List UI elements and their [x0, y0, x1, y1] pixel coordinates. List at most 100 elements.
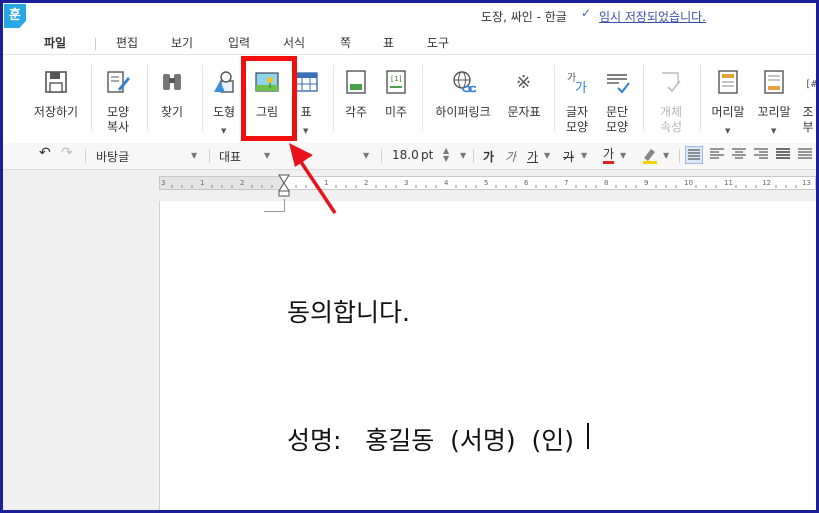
paragraph-shape-button[interactable]: 문단 모양 [599, 55, 635, 141]
ruler-label: 4 [444, 179, 449, 187]
align-right-icon[interactable] [753, 146, 769, 165]
chevron-down-icon[interactable]: ▼ [264, 151, 270, 160]
ruler-label: 13 [802, 179, 811, 187]
ruler-label: 3 [404, 179, 409, 187]
hyperlink-button[interactable]: 하이퍼링크 [428, 55, 498, 141]
format-toolbar: ↶ ↷ 바탕글 ▼ 대표 ▼ ▼ 18.0 pt ▲ ▼ ▼ 가 가 가 ▼ 가 … [3, 143, 816, 170]
font-color-button[interactable]: 가 [603, 148, 615, 164]
ruler-label: 5 [484, 179, 489, 187]
app-logo-icon: 훈 [4, 4, 26, 28]
header-button[interactable]: 머리말 ▼ [703, 55, 753, 141]
endnote-icon: [1] [386, 70, 406, 94]
menu-bar: 파일 편집 보기 입력 서식 쪽 표 도구 [3, 30, 816, 54]
align-justify-icon[interactable] [684, 145, 704, 167]
chevron-down-icon[interactable]: ▼ [581, 151, 587, 160]
special-char-button[interactable]: ※ 문자표 [501, 55, 547, 141]
chevron-down-icon[interactable]: ▼ [221, 127, 226, 135]
menu-edit[interactable]: 편집 [116, 34, 138, 51]
save-button[interactable]: 저장하기 [28, 55, 84, 141]
chevron-down-icon[interactable]: ▼ [725, 127, 730, 135]
bold-button[interactable]: 가 [483, 148, 494, 165]
chevron-down-icon[interactable]: ▼ [191, 151, 197, 160]
find-button[interactable]: 찾기 [149, 55, 195, 141]
field-icon: [# [805, 79, 816, 90]
format-painter-icon [107, 71, 130, 93]
menu-tools[interactable]: 도구 [427, 34, 449, 51]
format-copy-button[interactable]: 모양 복사 [95, 55, 141, 141]
redo-icon[interactable]: ↷ [61, 145, 73, 161]
toolbar-divider [85, 149, 86, 163]
italic-button[interactable]: 가 [505, 148, 516, 165]
strikethrough-button[interactable]: 가 [563, 148, 574, 165]
ribbon-divider [643, 65, 644, 131]
font-style-select[interactable]: 바탕글 [96, 148, 129, 165]
ribbon-divider [422, 65, 423, 131]
menu-file[interactable]: 파일 [44, 34, 66, 51]
ruler-label: 10 [684, 179, 693, 187]
ribbon-toolbar: 저장하기 모양 복사 찾기 도형 ▼ 그림 표 ▼ 각주 [1] 미주 하이퍼링… [3, 54, 816, 144]
field-button[interactable]: [# 조 부 [799, 55, 816, 141]
title-bar: 훈 도장, 싸인 - 한글 ✓ 임시 저장되었습니다. [3, 3, 816, 30]
horizontal-ruler[interactable]: 3 1 2 1 2 3 4 5 6 7 8 9 10 11 12 13 [159, 176, 816, 190]
endnote-button[interactable]: [1] 미주 [377, 55, 415, 141]
toolbar-divider [209, 149, 210, 163]
binoculars-icon [163, 74, 181, 90]
font-size-unit: pt [421, 148, 434, 162]
footnote-label: 각주 [344, 105, 368, 119]
undo-icon[interactable]: ↶ [39, 145, 51, 161]
menu-table[interactable]: 표 [383, 34, 394, 51]
svg-text:※: ※ [516, 72, 531, 93]
text-cursor [587, 423, 589, 449]
footer-button[interactable]: 꼬리말 ▼ [751, 55, 797, 141]
ribbon-divider [700, 65, 701, 131]
chevron-down-icon[interactable]: ▼ [663, 151, 669, 160]
chevron-down-icon[interactable]: ▼ [544, 151, 550, 160]
distribute-icon[interactable] [775, 146, 791, 165]
ribbon-divider [91, 65, 92, 131]
font-size-stepper[interactable]: ▲ ▼ [443, 147, 449, 163]
char-shape-button[interactable]: 가가 글자 모양 [559, 55, 595, 141]
font-face-select[interactable]: 대표 [219, 148, 241, 165]
shape-button[interactable]: 도형 ▼ [203, 55, 245, 141]
chevron-down-icon[interactable]: ▼ [460, 151, 466, 160]
autosave-status-link[interactable]: 임시 저장되었습니다. [599, 8, 706, 25]
char-shape-label: 글자 모양 [565, 105, 589, 134]
ruler-label: 1 [200, 179, 205, 187]
hyperlink-icon [453, 71, 476, 93]
chevron-down-icon[interactable]: ▼ [771, 127, 776, 135]
ruler-label: 12 [762, 179, 771, 187]
chevron-down-icon[interactable]: ▼ [303, 127, 308, 135]
toolbar-divider [679, 149, 680, 163]
menu-format[interactable]: 서식 [283, 34, 305, 51]
font-size-input[interactable]: 18.0 [392, 148, 419, 162]
ruler-label: 7 [564, 179, 569, 187]
hyperlink-label: 하이퍼링크 [435, 105, 491, 119]
menu-page[interactable]: 쪽 [340, 34, 351, 51]
document-line[interactable]: 동의합니다. [287, 293, 410, 329]
ruler-label: 2 [364, 179, 369, 187]
svg-text:[#: [# [805, 79, 816, 90]
menu-insert[interactable]: 입력 [228, 34, 250, 51]
highlighter-icon[interactable] [641, 146, 659, 167]
document-line[interactable]: 성명: 홍길동 (서명) (인) [287, 421, 574, 457]
ribbon-divider [333, 65, 334, 131]
underline-button[interactable]: 가 [527, 148, 538, 165]
floppy-icon [45, 71, 67, 93]
highlight-box [241, 56, 297, 141]
toolbar-divider [473, 149, 474, 163]
char-shape-icon: 가가 [567, 72, 587, 95]
document-page[interactable] [159, 201, 816, 510]
ruler-label: 11 [724, 179, 733, 187]
divide-align-icon[interactable] [797, 146, 813, 165]
align-left-icon[interactable] [709, 146, 725, 165]
align-center-icon[interactable] [731, 146, 747, 165]
chevron-down-icon[interactable]: ▼ [620, 151, 626, 160]
chevron-down-icon[interactable]: ▼ [363, 151, 369, 160]
menu-view[interactable]: 보기 [171, 34, 193, 51]
ribbon-divider [554, 65, 555, 131]
svg-text:가: 가 [575, 81, 587, 95]
ruler-label: 6 [524, 179, 529, 187]
ruler-label: 3 [161, 179, 166, 187]
footnote-button[interactable]: 각주 [337, 55, 375, 141]
app-window: 훈 도장, 싸인 - 한글 ✓ 임시 저장되었습니다. 파일 편집 보기 입력 … [3, 3, 816, 510]
